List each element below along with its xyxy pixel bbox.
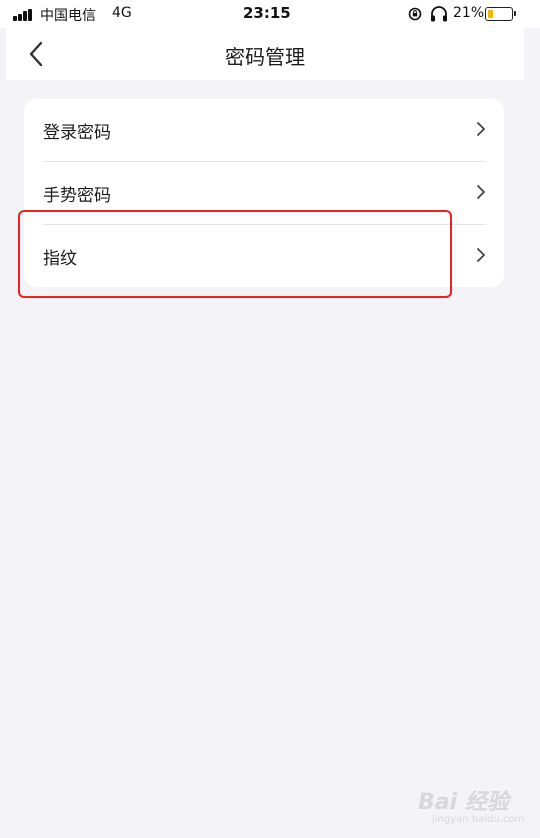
navigation-bar: 密码管理 bbox=[6, 28, 524, 80]
chevron-right-icon bbox=[477, 185, 485, 199]
chevron-right-icon bbox=[477, 122, 485, 136]
watermark-brand: Bai 经验 bbox=[418, 790, 509, 815]
network-type: 4G bbox=[112, 5, 132, 21]
signal-strength-icon bbox=[13, 9, 35, 21]
highlight-box bbox=[18, 210, 452, 298]
rotation-lock-icon bbox=[408, 7, 422, 21]
baidu-watermark: Bai 经验 jingyan.baidu.com bbox=[418, 778, 528, 830]
battery-level-fill bbox=[487, 9, 493, 18]
password-management-screen: 中国电信 4G 23:15 21% 密码管理 登录密码 手势密码 指纹 Bai … bbox=[0, 0, 540, 838]
headphone-icon bbox=[431, 6, 447, 22]
status-time: 23:15 bbox=[243, 4, 291, 22]
chevron-right-icon bbox=[477, 248, 485, 262]
carrier-name: 中国电信 bbox=[40, 8, 96, 24]
page-title: 密码管理 bbox=[225, 45, 305, 69]
watermark-url: jingyan.baidu.com bbox=[432, 814, 525, 825]
status-bar: 中国电信 4G 23:15 21% bbox=[0, 0, 540, 28]
battery-percent: 21% bbox=[453, 5, 485, 21]
row-label: 手势密码 bbox=[43, 186, 111, 206]
login-password-row[interactable]: 登录密码 bbox=[24, 99, 504, 161]
row-label: 登录密码 bbox=[43, 123, 111, 143]
battery-icon bbox=[485, 7, 516, 21]
